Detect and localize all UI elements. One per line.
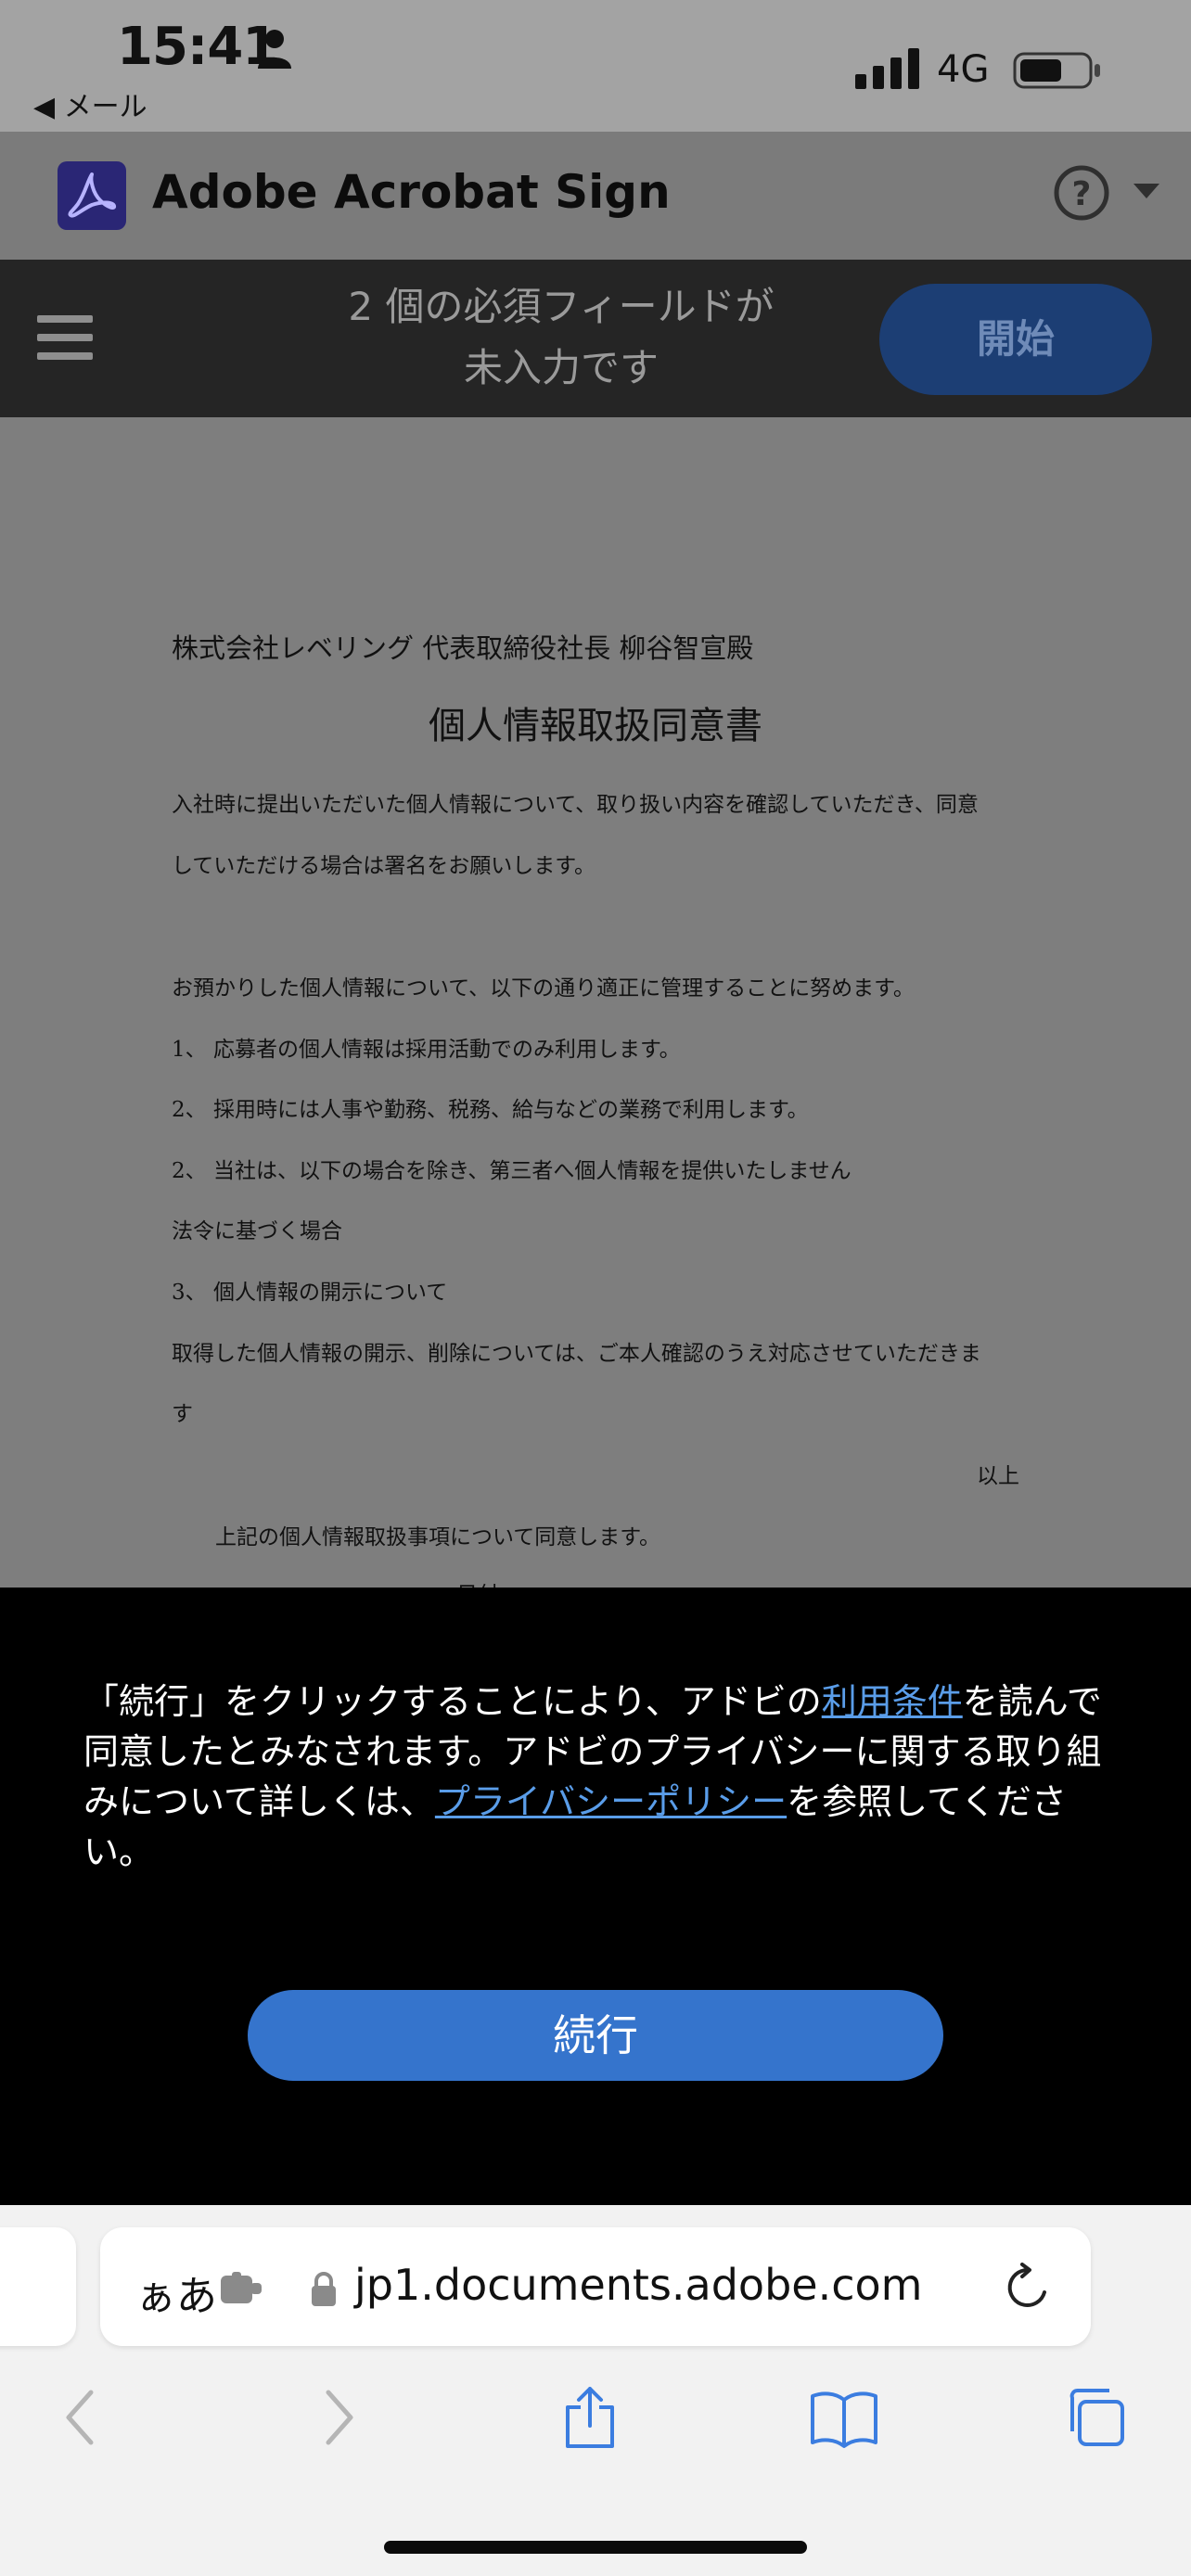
back-arrow-icon[interactable]: [59, 2385, 100, 2450]
privacy-policy-link[interactable]: プライバシーポリシー: [435, 1781, 787, 1822]
consent-text-part: 「続行」をクリックすることにより、アドビの: [83, 1681, 822, 1722]
document-page: 株式会社レベリング 代表取締役社長 柳谷智宣殿 個人情報取扱同意書 入社時に提出…: [0, 417, 1191, 1588]
document-agreement: 上記の個人情報取扱事項について同意します。: [215, 1525, 661, 1549]
document-line: 2、 採用時には人事や勤務、税務、給与などの業務で利用します。: [172, 1098, 809, 1122]
url-text[interactable]: jp1.documents.adobe.com: [354, 2260, 922, 2310]
help-icon[interactable]: ?: [1053, 164, 1110, 222]
svg-text:?: ?: [1072, 175, 1092, 213]
previous-tab-card[interactable]: [0, 2227, 76, 2346]
document-line: 法令に基づく場合: [172, 1219, 342, 1243]
notice-line-2: 未入力です: [463, 345, 659, 390]
person-icon: [258, 30, 291, 69]
document-line: 取得した個人情報の開示、削除については、ご本人確認のうえ対応させていただきま: [172, 1342, 981, 1366]
lock-icon: [312, 2272, 336, 2306]
home-indicator: [384, 2541, 807, 2554]
start-button[interactable]: 開始: [879, 284, 1152, 395]
document-line: お預かりした個人情報について、以下の通り適正に管理することに努めます。: [172, 976, 915, 1001]
network-type: 4G: [937, 48, 990, 91]
continue-button[interactable]: 続行: [248, 1990, 943, 2081]
forward-arrow-icon[interactable]: [319, 2385, 360, 2450]
document-closing: 以上: [977, 1464, 1019, 1488]
menu-icon[interactable]: [37, 315, 93, 362]
extension-icon[interactable]: [219, 2270, 265, 2307]
document-date-label: 日付: [456, 1576, 499, 1588]
adobe-logo-icon: [58, 161, 126, 230]
document-title: 個人情報取扱同意書: [429, 705, 762, 747]
bookmarks-icon[interactable]: [809, 2385, 879, 2450]
document-line: 3、 個人情報の開示について: [172, 1281, 448, 1305]
terms-link[interactable]: 利用条件: [822, 1681, 963, 1722]
tabs-icon[interactable]: [1063, 2385, 1128, 2450]
reload-icon[interactable]: [1004, 2263, 1052, 2313]
battery-icon: [1013, 52, 1100, 89]
back-to-mail-link[interactable]: ◀ メール: [33, 83, 147, 124]
consent-text: 「続行」をクリックすることにより、アドビの利用条件を読んで同意したとみなされます…: [83, 1677, 1113, 1877]
chevron-down-icon[interactable]: [1133, 184, 1159, 200]
document-line: す: [172, 1402, 193, 1426]
required-fields-notice: 2 個の必須フィールドが 未入力です: [306, 276, 816, 399]
app-title: Adobe Acrobat Sign: [152, 165, 671, 219]
document-addressee: 株式会社レベリング 代表取締役社長 柳谷智宣殿: [172, 632, 754, 664]
notice-line-1: 2 個の必須フィールドが: [348, 284, 775, 329]
signal-icon: [855, 48, 919, 89]
document-line: していただける場合は署名をお願いします。: [172, 854, 596, 878]
share-icon[interactable]: [560, 2385, 620, 2450]
page-settings-button[interactable]: ぁあ: [135, 2263, 217, 2322]
status-time: 15:41: [117, 17, 278, 77]
document-line: 1、 応募者の個人情報は採用活動でのみ利用します。: [172, 1038, 681, 1062]
document-line: 2、 当社は、以下の場合を除き、第三者へ個人情報を提供いたしません: [172, 1159, 852, 1183]
document-line: 入社時に提出いただいた個人情報について、取り扱い内容を確認していただき、同意: [172, 793, 979, 817]
